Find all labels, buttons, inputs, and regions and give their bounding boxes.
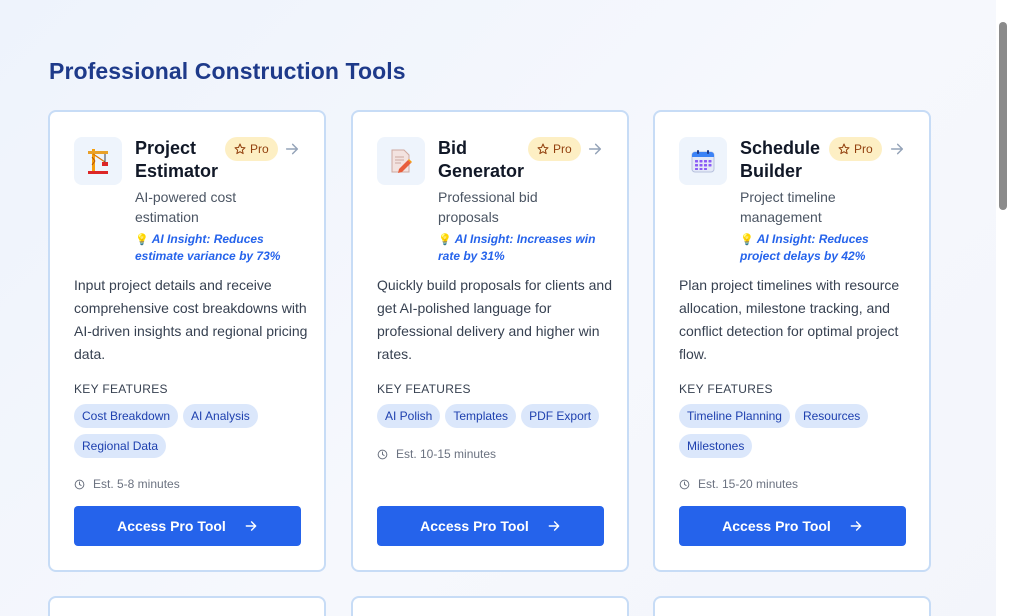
feature-tag: Timeline Planning <box>679 404 790 428</box>
access-pro-tool-button[interactable]: Access Pro Tool <box>74 506 301 546</box>
card-subtitle: Professional bid proposals <box>438 189 538 225</box>
ai-insight-text: AI Insight: Reduces estimate variance by… <box>135 232 281 263</box>
card-description: Plan project timelines with resource all… <box>679 277 900 362</box>
key-features-label: KEY FEATURES <box>377 382 471 396</box>
ai-insight: 💡 AI Insight: Reduces project delays by 4… <box>740 231 900 264</box>
star-icon <box>838 143 850 155</box>
calendar-icon <box>679 137 727 185</box>
card-title: Project Estimator <box>135 138 219 181</box>
tools-page: Professional Construction Tools Project … <box>0 0 1018 616</box>
time-estimate-text: Est. 5-8 minutes <box>93 477 180 491</box>
time-estimate-text: Est. 15-20 minutes <box>698 477 799 491</box>
feature-tag: Templates <box>445 404 517 428</box>
ai-insight-text: AI Insight: Reduces project delays by 42… <box>740 232 869 263</box>
pro-badge-label: Pro <box>854 142 873 156</box>
card-subtitle: Project timeline management <box>740 189 836 225</box>
card-description: Input project details and receive compre… <box>74 277 308 362</box>
lightbulb-icon: 💡 <box>740 234 754 246</box>
tool-card[interactable] <box>48 596 326 616</box>
feature-tags: AI Polish Templates PDF Export <box>377 404 611 428</box>
time-estimate: Est. 15-20 minutes <box>679 477 798 491</box>
feature-tags: Timeline Planning Resources Milestones <box>679 404 913 458</box>
feature-tags: Cost Breakdown AI Analysis Regional Data <box>74 404 308 458</box>
time-estimate-text: Est. 10-15 minutes <box>396 447 497 461</box>
time-estimate: Est. 10-15 minutes <box>377 447 496 461</box>
tool-card-bid-generator[interactable]: Bid Generator Pro Professional bid propo… <box>351 110 629 572</box>
access-pro-tool-label: Access Pro Tool <box>722 518 831 534</box>
feature-tag: AI Polish <box>377 404 441 428</box>
arrow-right-icon <box>850 521 862 531</box>
scrollbar-thumb[interactable] <box>999 22 1007 210</box>
pro-badge: Pro <box>528 137 581 161</box>
tool-card[interactable] <box>351 596 629 616</box>
star-icon <box>537 143 549 155</box>
arrow-right-icon <box>245 521 257 531</box>
lightbulb-icon: 💡 <box>135 234 149 246</box>
tool-card-schedule-builder[interactable]: Schedule Builder Pro Project timeline ma… <box>653 110 931 572</box>
clock-icon <box>74 479 85 489</box>
access-pro-tool-label: Access Pro Tool <box>420 518 529 534</box>
clock-icon <box>377 449 388 459</box>
key-features-label: KEY FEATURES <box>679 382 773 396</box>
feature-tag: AI Analysis <box>183 404 258 428</box>
card-description: Quickly build proposals for clients and … <box>377 277 613 362</box>
tool-card[interactable] <box>653 596 931 616</box>
feature-tag: Resources <box>794 404 869 428</box>
access-pro-tool-label: Access Pro Tool <box>117 518 226 534</box>
pro-badge-label: Pro <box>250 142 269 156</box>
ai-insight-text: AI Insight: Increases win rate by 31% <box>438 232 596 263</box>
arrow-right-icon <box>548 521 560 531</box>
lightbulb-icon: 💡 <box>438 234 452 246</box>
arrow-right-icon[interactable] <box>887 139 907 159</box>
feature-tag: PDF Export <box>521 404 600 428</box>
arrow-right-icon[interactable] <box>282 139 302 159</box>
tool-card-project-estimator[interactable]: Project Estimator Pro AI-powered cost es… <box>48 110 326 572</box>
arrow-right-icon[interactable] <box>585 139 605 159</box>
star-icon <box>234 143 246 155</box>
key-features-label: KEY FEATURES <box>74 382 168 396</box>
section-title: Professional Construction Tools <box>49 58 406 84</box>
feature-tag: Cost Breakdown <box>74 404 179 428</box>
card-title: Bid Generator <box>438 138 525 181</box>
access-pro-tool-button[interactable]: Access Pro Tool <box>679 506 906 546</box>
pro-badge-label: Pro <box>553 142 572 156</box>
feature-tag: Regional Data <box>74 434 167 458</box>
clock-icon <box>679 479 690 489</box>
ai-insight: 💡 AI Insight: Increases win rate by 31% <box>438 231 598 264</box>
time-estimate: Est. 5-8 minutes <box>74 477 180 491</box>
access-pro-tool-button[interactable]: Access Pro Tool <box>377 506 604 546</box>
card-subtitle: AI-powered cost estimation <box>135 189 237 225</box>
document-pencil-icon <box>377 137 425 185</box>
ai-insight: 💡 AI Insight: Reduces estimate variance b… <box>135 231 295 264</box>
pro-badge: Pro <box>829 137 882 161</box>
crane-icon <box>74 137 122 185</box>
feature-tag: Milestones <box>679 434 753 458</box>
card-title: Schedule Builder <box>740 138 821 181</box>
pro-badge: Pro <box>225 137 278 161</box>
